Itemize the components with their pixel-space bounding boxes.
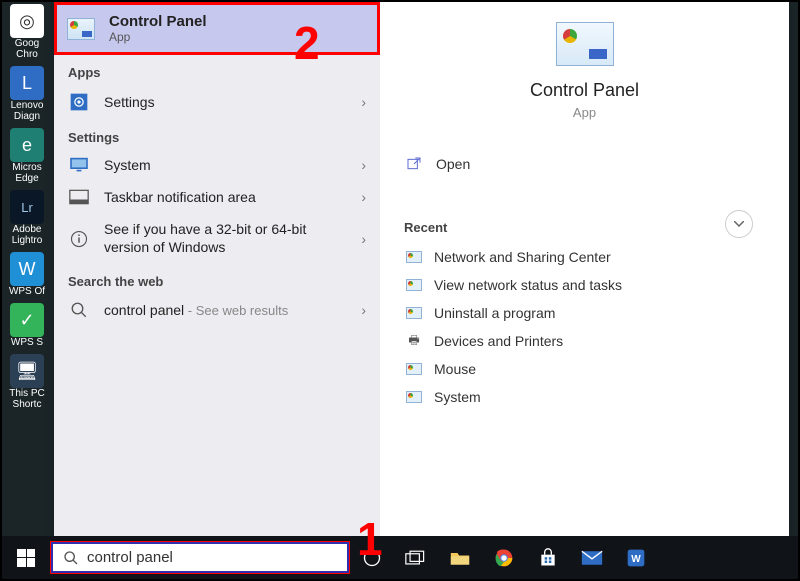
recent-item[interactable]: View network status and tasks [404, 271, 765, 299]
search-icon [68, 301, 90, 319]
expand-button[interactable] [725, 210, 753, 238]
desktop-icon-lenovo[interactable]: LLenovo Diagn [4, 66, 50, 122]
row-taskbar-notification[interactable]: Taskbar notification area › [54, 181, 380, 213]
recent-list: Network and Sharing Center View network … [404, 243, 765, 411]
search-left-column: Control Panel App Apps Settings › Settin… [54, 2, 380, 538]
desktop-icon-wps-s[interactable]: ✓WPS S [4, 303, 50, 348]
detail-header: Control Panel App [404, 22, 765, 120]
desktop-icons: ◎Goog Chro LLenovo Diagn eMicros Edge Lr… [4, 4, 54, 410]
row-system[interactable]: System › [54, 149, 380, 181]
control-panel-icon [406, 251, 422, 263]
taskbar: W [2, 536, 798, 579]
control-panel-icon [556, 22, 614, 66]
best-match-subtitle: App [109, 30, 207, 44]
taskbar-icon [68, 189, 90, 205]
info-icon [68, 230, 90, 248]
store-button[interactable] [526, 536, 570, 579]
windows-logo-icon [17, 549, 35, 567]
search-input[interactable] [87, 549, 337, 566]
recent-item[interactable]: Mouse [404, 355, 765, 383]
annotation-2: 2 [294, 16, 320, 70]
chevron-right-icon: › [361, 189, 366, 205]
recent-item[interactable]: System [404, 383, 765, 411]
chrome-button[interactable] [482, 536, 526, 579]
gear-icon [68, 92, 90, 112]
row-32-64-bit[interactable]: See if you have a 32-bit or 64-bit versi… [54, 213, 380, 264]
search-icon [63, 550, 79, 566]
svg-text:W: W [631, 554, 641, 565]
annotation-1: 1 [357, 512, 383, 566]
mail-button[interactable] [570, 536, 614, 579]
chevron-right-icon: › [361, 302, 366, 318]
chevron-right-icon: › [361, 94, 366, 110]
section-head-settings: Settings [54, 120, 380, 149]
printer-icon: 🖶 [406, 334, 422, 348]
section-head-apps: Apps [54, 55, 380, 84]
control-panel-icon [406, 307, 422, 319]
taskbar-search-box[interactable] [50, 541, 350, 574]
recent-item[interactable]: 🖶Devices and Printers [404, 327, 765, 355]
desktop-icon-edge[interactable]: eMicros Edge [4, 128, 50, 184]
row-settings-app[interactable]: Settings › [54, 84, 380, 120]
open-icon [406, 156, 422, 172]
control-panel-icon [406, 391, 422, 403]
desktop-icon-chrome[interactable]: ◎Goog Chro [4, 4, 50, 60]
chevron-right-icon: › [361, 231, 366, 247]
file-explorer-button[interactable] [438, 536, 482, 579]
search-results-panel: Control Panel App Apps Settings › Settin… [54, 2, 789, 538]
desktop-icon-wps-office[interactable]: WWPS Of [4, 252, 50, 297]
section-head-web: Search the web [54, 264, 380, 293]
detail-title: Control Panel [530, 80, 639, 101]
chevron-right-icon: › [361, 157, 366, 173]
best-match-title: Control Panel [109, 13, 207, 30]
monitor-icon [68, 157, 90, 173]
best-match-control-panel[interactable]: Control Panel App [54, 2, 380, 55]
recent-heading: Recent [404, 220, 765, 235]
action-open[interactable]: Open [404, 146, 765, 182]
control-panel-icon [406, 279, 422, 291]
row-web-result[interactable]: control panel - See web results › [54, 293, 380, 327]
wps-button[interactable]: W [614, 536, 658, 579]
start-button[interactable] [2, 536, 50, 579]
task-view-button[interactable] [394, 536, 438, 579]
control-panel-icon [406, 363, 422, 375]
detail-subtitle: App [573, 105, 596, 120]
recent-item[interactable]: Network and Sharing Center [404, 243, 765, 271]
search-detail-pane: Control Panel App Open Recent Network an… [380, 2, 789, 538]
desktop-icon-lightroom[interactable]: LrAdobe Lightro [4, 190, 50, 246]
control-panel-icon [67, 18, 95, 40]
recent-item[interactable]: Uninstall a program [404, 299, 765, 327]
desktop-icon-this-pc[interactable]: 🖥This PC Shortc [4, 354, 50, 410]
